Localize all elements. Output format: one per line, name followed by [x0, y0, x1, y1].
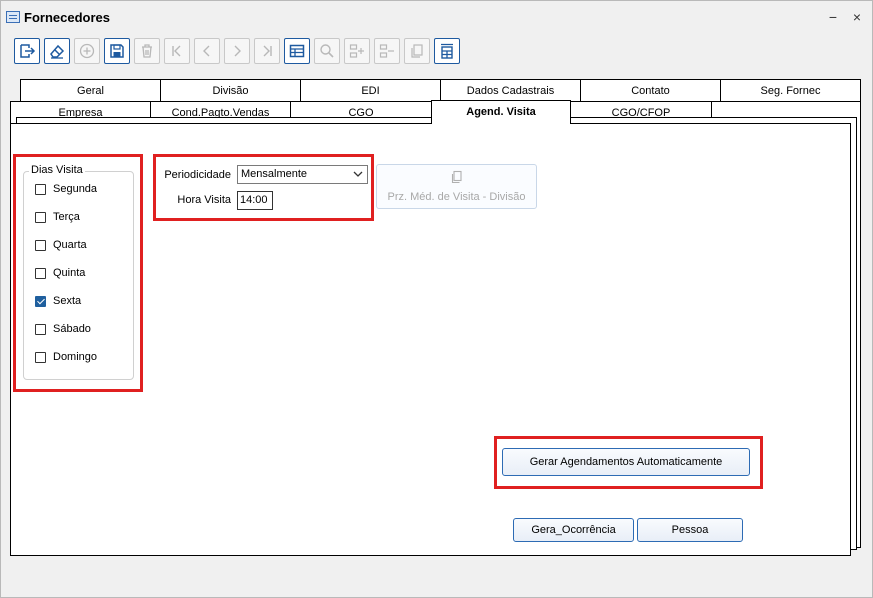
- first-record-button[interactable]: [164, 38, 190, 64]
- add-icon: [79, 43, 95, 59]
- app-icon: [6, 11, 20, 23]
- tab-seg-fornec[interactable]: Seg. Fornec: [720, 79, 861, 101]
- save-button[interactable]: [104, 38, 130, 64]
- tab-agend-visita[interactable]: Agend. Visita: [431, 100, 571, 124]
- grid-view-button[interactable]: [284, 38, 310, 64]
- copy-icon: [411, 44, 423, 58]
- grid-view-icon: [289, 44, 305, 58]
- gera-ocorrencia-button[interactable]: Gera_Ocorrência: [513, 518, 634, 542]
- prz-medio-visita-button[interactable]: Prz. Méd. de Visita - Divisão: [376, 164, 537, 209]
- close-button[interactable]: ×: [848, 8, 866, 26]
- highlight-box-gerar-agendamentos: [494, 436, 763, 489]
- first-record-icon: [172, 45, 181, 57]
- minimize-button[interactable]: −: [824, 8, 842, 26]
- exit-button[interactable]: [14, 38, 40, 64]
- exit-icon: [20, 44, 36, 58]
- fornecedores-window: Fornecedores − × Geral Divisão EDI Dados…: [0, 0, 873, 598]
- insert-row-icon: [349, 44, 364, 58]
- tab-contato[interactable]: Contato: [580, 79, 721, 101]
- delete-button[interactable]: [134, 38, 160, 64]
- search-button[interactable]: [314, 38, 340, 64]
- insert-row-button[interactable]: [344, 38, 370, 64]
- next-record-icon: [234, 45, 241, 57]
- next-record-button[interactable]: [224, 38, 250, 64]
- tab-divisao[interactable]: Divisão: [160, 79, 301, 101]
- last-record-button[interactable]: [254, 38, 280, 64]
- calculator-button[interactable]: [434, 38, 460, 64]
- highlight-box-periodicidade: [153, 154, 374, 221]
- search-icon: [320, 44, 334, 58]
- eraser-icon: [50, 44, 65, 59]
- tab-geral[interactable]: Geral: [20, 79, 161, 101]
- pessoa-button[interactable]: Pessoa: [637, 518, 743, 542]
- save-icon: [110, 44, 124, 58]
- delete-icon: [142, 44, 152, 58]
- tab-cgo-cfop[interactable]: CGO/CFOP: [570, 101, 712, 123]
- copy-button[interactable]: [404, 38, 430, 64]
- title-bar: Fornecedores − ×: [1, 1, 872, 33]
- tab-empresa[interactable]: Empresa: [10, 101, 151, 123]
- window-title: Fornecedores: [24, 10, 110, 25]
- previous-record-icon: [203, 45, 210, 57]
- tab-dados-cadastrais[interactable]: Dados Cadastrais: [440, 79, 581, 101]
- remove-row-icon: [379, 44, 394, 58]
- tab-cond-pagto-vendas[interactable]: Cond.Pagto.Vendas: [150, 101, 291, 123]
- highlight-box-dias-visita: [13, 154, 143, 392]
- tab-cgo[interactable]: CGO: [290, 101, 432, 123]
- prz-medio-visita-label: Prz. Méd. de Visita - Divisão: [387, 191, 526, 203]
- add-button[interactable]: [74, 38, 100, 64]
- copy-icon: [451, 170, 462, 184]
- last-record-icon: [263, 45, 272, 57]
- remove-row-button[interactable]: [374, 38, 400, 64]
- previous-record-button[interactable]: [194, 38, 220, 64]
- tab-edi[interactable]: EDI: [300, 79, 441, 101]
- clear-button[interactable]: [44, 38, 70, 64]
- calculator-icon: [441, 43, 453, 59]
